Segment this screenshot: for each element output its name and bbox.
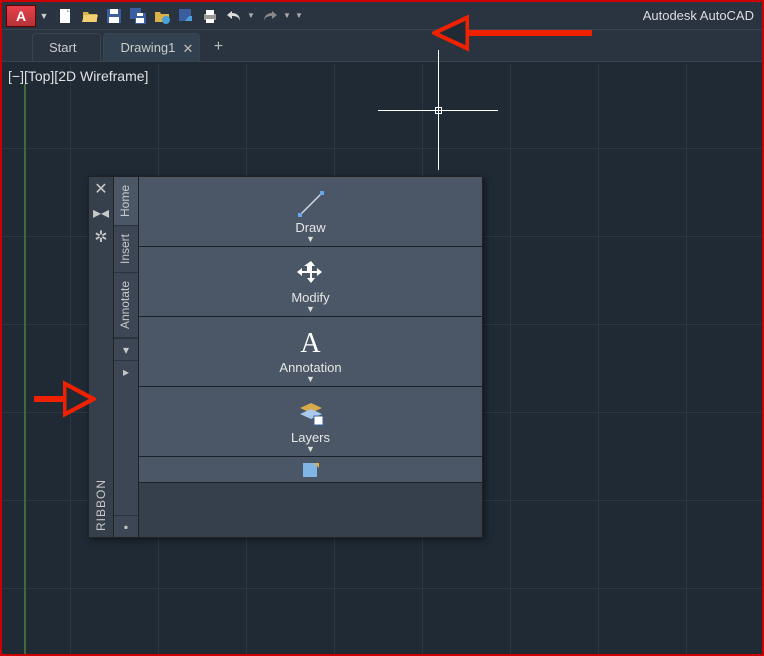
ribbon-panels: Draw ▼ Modify ▼ A Annotation ▼ Layers ▼	[139, 177, 482, 537]
ribbon-tab-expand-icon[interactable]: ▸	[114, 360, 138, 382]
line-icon	[296, 189, 326, 219]
title-bar: A ▼ ▼ ▼ ▼ Autodesk AutoCAD	[2, 2, 762, 30]
palette-close-icon[interactable]: ✕	[93, 181, 109, 197]
ribbon-tab-overflow-icon[interactable]: ▾	[114, 338, 138, 360]
ribbon-tab-home[interactable]: Home	[114, 177, 138, 226]
ribbon-tab-annotate[interactable]: Annotate	[114, 273, 138, 338]
ucs-y-axis	[24, 84, 26, 654]
document-tab-bar: Start Drawing1 ✕ +	[2, 30, 762, 62]
save-icon[interactable]	[103, 5, 125, 27]
savecloud-icon[interactable]	[175, 5, 197, 27]
move-icon	[296, 259, 326, 289]
tab-drawing1[interactable]: Drawing1 ✕	[103, 33, 200, 61]
panel-layers[interactable]: Layers ▼	[139, 387, 482, 457]
panel-annotation[interactable]: A Annotation ▼	[139, 317, 482, 387]
app-menu-dropdown[interactable]: ▼	[38, 5, 50, 27]
chevron-down-icon: ▼	[306, 304, 315, 314]
panel-layers-label: Layers	[291, 431, 330, 444]
panel-next[interactable]	[139, 457, 482, 483]
close-icon[interactable]: ✕	[182, 41, 193, 57]
palette-sidebar: ✕ ▸◂ ✲ RIBBON	[89, 177, 113, 537]
panel-draw[interactable]: Draw ▼	[139, 177, 482, 247]
ribbon-palette[interactable]: ✕ ▸◂ ✲ RIBBON Home Insert Annotate ▾ ▸ ▪…	[88, 176, 483, 538]
plot-icon[interactable]	[199, 5, 221, 27]
new-icon[interactable]	[55, 5, 77, 27]
ribbon-tab-more-icon[interactable]: ▪	[114, 515, 138, 537]
redo-dropdown[interactable]: ▼	[282, 11, 292, 20]
palette-settings-icon[interactable]: ✲	[93, 229, 109, 245]
saveas-icon[interactable]	[127, 5, 149, 27]
block-icon	[301, 459, 321, 479]
redo-icon[interactable]	[259, 5, 281, 27]
tab-drawing1-label: Drawing1	[120, 40, 175, 55]
layers-icon	[296, 399, 326, 429]
open-icon[interactable]	[79, 5, 101, 27]
chevron-down-icon: ▼	[306, 374, 315, 384]
panel-annotation-label: Annotation	[279, 361, 341, 374]
panel-draw-label: Draw	[295, 221, 325, 234]
palette-title: RIBBON	[94, 479, 108, 531]
viewport-controls[interactable]: [−][Top][2D Wireframe]	[8, 68, 148, 84]
new-tab-button[interactable]: +	[206, 35, 230, 59]
panel-modify[interactable]: Modify ▼	[139, 247, 482, 317]
drawing-viewport[interactable]: [−][Top][2D Wireframe] ✕ ▸◂ ✲ RIBBON Hom…	[2, 64, 762, 654]
pickbox	[435, 107, 442, 114]
palette-dock-icon[interactable]: ▸◂	[93, 205, 109, 221]
annotation-arrow-top	[432, 10, 602, 56]
tab-start[interactable]: Start	[32, 33, 101, 61]
tab-start-label: Start	[49, 40, 76, 55]
undo-dropdown[interactable]: ▼	[246, 11, 256, 20]
annotation-arrow-left	[30, 377, 96, 421]
panel-modify-label: Modify	[291, 291, 329, 304]
undo-icon[interactable]	[223, 5, 245, 27]
ribbon-tab-insert[interactable]: Insert	[114, 226, 138, 273]
ribbon-tab-strip: Home Insert Annotate ▾ ▸ ▪	[113, 177, 139, 537]
app-title: Autodesk AutoCAD	[643, 8, 758, 23]
text-icon: A	[296, 329, 326, 359]
qat-customize-dropdown[interactable]: ▼	[294, 11, 304, 20]
chevron-down-icon: ▼	[306, 234, 315, 244]
openweb-icon[interactable]	[151, 5, 173, 27]
app-menu-button[interactable]: A	[6, 5, 36, 27]
chevron-down-icon: ▼	[306, 444, 315, 454]
